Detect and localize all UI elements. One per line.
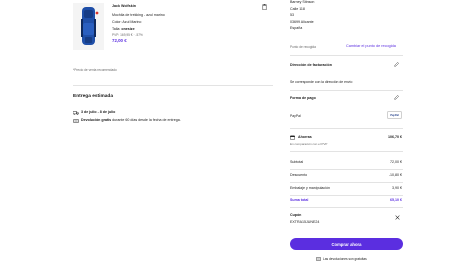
product-size: Talla: onesize xyxy=(112,27,135,32)
divider xyxy=(290,90,403,91)
divider xyxy=(290,169,403,170)
divider xyxy=(290,195,403,196)
address-line: Calle 118 xyxy=(290,6,305,11)
buy-now-button[interactable]: Comprar ahora xyxy=(290,238,403,250)
delivery-date: 3 de julio - 8 de julio xyxy=(81,110,116,114)
address-line: Barney Stinson xyxy=(290,0,315,4)
size-value: onesize xyxy=(121,27,135,31)
billing-text: Se corresponde con la dirección de envío xyxy=(290,80,353,84)
delivery-returns: Devolución gratis durante 60 días desde … xyxy=(81,118,181,123)
summary-value-subtotal: 72,00 € xyxy=(390,160,402,164)
edit-icon[interactable] xyxy=(394,95,399,100)
divider xyxy=(290,207,403,208)
returns-rest: durante 60 días desde la fecha de entreg… xyxy=(111,118,181,122)
savings-subtext: En comparación con el PVP xyxy=(290,142,328,146)
summary-label-discount: Descuento xyxy=(290,173,308,177)
payment-title: Forma de pago xyxy=(290,96,316,100)
edit-icon[interactable] xyxy=(394,62,399,67)
summary-label-packaging: Embalaje y manipulación xyxy=(290,186,330,190)
returns-bold: Devolución gratis xyxy=(81,118,112,122)
close-icon[interactable] xyxy=(395,215,400,220)
paypal-logo: PayPal xyxy=(387,111,402,119)
returns-note-text: Las devoluciones son gratuitas xyxy=(323,257,367,261)
change-pickup-link[interactable]: Cambiar el punto de recogida xyxy=(346,44,396,49)
paypal-logo-text: PayPal xyxy=(390,113,399,117)
size-label: Talla: xyxy=(112,27,122,31)
product-price: 72,00 € xyxy=(112,38,127,43)
backpack-image xyxy=(73,3,104,50)
savings-label: Ahorras xyxy=(298,135,312,139)
trash-icon[interactable] xyxy=(262,4,267,10)
returns-note: Las devoluciones son gratuitas xyxy=(316,257,367,262)
summary-value-discount: -10,80 € xyxy=(388,173,402,177)
product-name: Mochila de trekking - azul marino xyxy=(112,13,165,17)
address-line: 03699 Alicante xyxy=(290,19,314,24)
savings-icon xyxy=(290,135,295,140)
divider xyxy=(73,85,273,86)
pickup-point-label: Punto de recogida xyxy=(290,45,316,49)
divider xyxy=(290,55,403,56)
total-value: 65,10 € xyxy=(390,198,402,202)
savings-amount: 106,70 € xyxy=(388,135,402,139)
product-color: Color: Azul Marino xyxy=(112,20,142,24)
divider xyxy=(290,182,403,183)
return-icon xyxy=(73,119,79,123)
rrp-footnote: *Precio de venta recomendado xyxy=(73,68,117,72)
total-label: Suma total xyxy=(290,198,309,202)
billing-title: Dirección de facturación xyxy=(290,63,332,67)
summary-label-subtotal: Subtotal xyxy=(290,160,304,164)
coupon-code: EXTRA15JUNE24 xyxy=(290,220,320,224)
buy-now-label: Comprar ahora xyxy=(331,241,362,247)
divider xyxy=(290,151,403,152)
coupon-label: Cupón xyxy=(290,213,302,217)
address-line: España xyxy=(290,26,303,31)
return-box-icon xyxy=(316,257,321,262)
divider xyxy=(290,128,403,129)
payment-method: PayPal xyxy=(290,114,301,118)
delivery-title: Entrega estimada xyxy=(73,94,113,99)
product-image[interactable] xyxy=(73,3,104,50)
product-brand: Jack Wolfskin xyxy=(112,4,136,8)
product-rrp: PVP: 169,95 € · -57% xyxy=(112,33,143,37)
truck-icon xyxy=(73,111,79,115)
shipping-address: Barney Stinson Calle 118 53 03699 Alican… xyxy=(290,0,314,31)
address-line: 53 xyxy=(290,13,294,18)
summary-value-packaging: 3,90 € xyxy=(392,186,402,190)
